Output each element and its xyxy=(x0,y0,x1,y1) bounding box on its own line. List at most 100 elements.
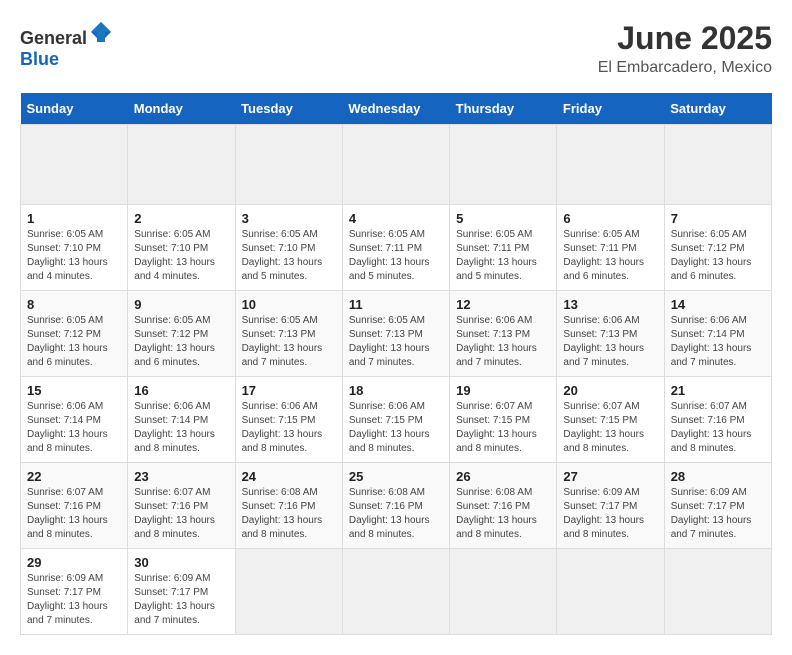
table-row: 5 Sunrise: 6:05 AMSunset: 7:11 PMDaylight… xyxy=(450,205,557,291)
calendar-week-row: 22Sunrise: 6:07 AMSunset: 7:16 PMDayligh… xyxy=(21,463,772,549)
day-number: 18 xyxy=(349,383,443,398)
day-detail: Sunrise: 6:06 AMSunset: 7:14 PMDaylight:… xyxy=(134,400,228,456)
table-row: 12 Sunrise: 6:06 AMSunset: 7:13 PMDayligh… xyxy=(450,291,557,377)
day-number: 2 xyxy=(134,211,228,226)
table-row: 9 Sunrise: 6:05 AMSunset: 7:12 PMDaylight… xyxy=(128,291,235,377)
day-number: 10 xyxy=(242,297,336,312)
table-row: 2 Sunrise: 6:05 AMSunset: 7:10 PMDaylight… xyxy=(128,205,235,291)
day-detail: Sunrise: 6:06 AMSunset: 7:13 PMDaylight:… xyxy=(563,314,657,370)
day-number: 9 xyxy=(134,297,228,312)
day-detail: Sunrise: 6:05 AMSunset: 7:10 PMDaylight:… xyxy=(134,228,228,284)
day-number: 6 xyxy=(563,211,657,226)
page-header: General Blue June 2025 El Embarcadero, M… xyxy=(20,20,772,77)
table-row: 18 Sunrise: 6:06 AMSunset: 7:15 PMDayligh… xyxy=(342,377,449,463)
col-friday: Friday xyxy=(557,93,664,125)
logo: General Blue xyxy=(20,20,113,70)
day-detail: Sunrise: 6:09 AMSunset: 7:17 PMDaylight:… xyxy=(134,572,228,628)
table-row: 30 Sunrise: 6:09 AMSunset: 7:17 PMDayligh… xyxy=(128,549,235,635)
day-detail: Sunrise: 6:05 AMSunset: 7:12 PMDaylight:… xyxy=(671,228,765,284)
day-number: 21 xyxy=(671,383,765,398)
table-row xyxy=(664,549,771,635)
calendar-header-row: Sunday Monday Tuesday Wednesday Thursday… xyxy=(21,93,772,125)
table-row: 11 Sunrise: 6:05 AMSunset: 7:13 PMDayligh… xyxy=(342,291,449,377)
calendar-subtitle: El Embarcadero, Mexico xyxy=(598,59,772,77)
logo-blue: Blue xyxy=(20,49,59,69)
calendar-title: June 2025 xyxy=(598,20,772,57)
table-row: 17Sunrise: 6:06 AMSunset: 7:15 PMDayligh… xyxy=(235,377,342,463)
day-detail: Sunrise: 6:07 AMSunset: 7:16 PMDaylight:… xyxy=(134,486,228,542)
title-section: June 2025 El Embarcadero, Mexico xyxy=(598,20,772,77)
table-row xyxy=(450,549,557,635)
day-number: 5 xyxy=(456,211,550,226)
table-row: 22Sunrise: 6:07 AMSunset: 7:16 PMDayligh… xyxy=(21,463,128,549)
day-number: 28 xyxy=(671,469,765,484)
col-wednesday: Wednesday xyxy=(342,93,449,125)
calendar-week-row: 8Sunrise: 6:05 AMSunset: 7:12 PMDaylight… xyxy=(21,291,772,377)
logo-icon xyxy=(89,20,113,44)
day-detail: Sunrise: 6:05 AMSunset: 7:13 PMDaylight:… xyxy=(349,314,443,370)
day-number: 4 xyxy=(349,211,443,226)
day-number: 24 xyxy=(242,469,336,484)
day-detail: Sunrise: 6:05 AMSunset: 7:11 PMDaylight:… xyxy=(456,228,550,284)
day-number: 16 xyxy=(134,383,228,398)
day-number: 27 xyxy=(563,469,657,484)
day-detail: Sunrise: 6:08 AMSunset: 7:16 PMDaylight:… xyxy=(349,486,443,542)
calendar-week-row: 29 Sunrise: 6:09 AMSunset: 7:17 PMDayligh… xyxy=(21,549,772,635)
col-saturday: Saturday xyxy=(664,93,771,125)
day-detail: Sunrise: 6:06 AMSunset: 7:14 PMDaylight:… xyxy=(27,400,121,456)
day-number: 25 xyxy=(349,469,443,484)
table-row: 29 Sunrise: 6:09 AMSunset: 7:17 PMDayligh… xyxy=(21,549,128,635)
table-row xyxy=(342,549,449,635)
day-number: 7 xyxy=(671,211,765,226)
day-number: 11 xyxy=(349,297,443,312)
table-row: 13 Sunrise: 6:06 AMSunset: 7:13 PMDayligh… xyxy=(557,291,664,377)
day-number: 20 xyxy=(563,383,657,398)
table-row: 21 Sunrise: 6:07 AMSunset: 7:16 PMDayligh… xyxy=(664,377,771,463)
table-row: 14 Sunrise: 6:06 AMSunset: 7:14 PMDayligh… xyxy=(664,291,771,377)
table-row: 7 Sunrise: 6:05 AMSunset: 7:12 PMDaylight… xyxy=(664,205,771,291)
day-detail: Sunrise: 6:05 AMSunset: 7:12 PMDaylight:… xyxy=(134,314,228,370)
day-detail: Sunrise: 6:07 AMSunset: 7:16 PMDaylight:… xyxy=(671,400,765,456)
day-detail: Sunrise: 6:05 AMSunset: 7:10 PMDaylight:… xyxy=(27,228,121,284)
calendar-week-row: 1 Sunrise: 6:05 AMSunset: 7:10 PMDaylight… xyxy=(21,205,772,291)
table-row xyxy=(664,125,771,205)
table-row xyxy=(450,125,557,205)
day-detail: Sunrise: 6:07 AMSunset: 7:16 PMDaylight:… xyxy=(27,486,121,542)
table-row xyxy=(557,549,664,635)
day-number: 30 xyxy=(134,555,228,570)
day-detail: Sunrise: 6:06 AMSunset: 7:15 PMDaylight:… xyxy=(349,400,443,456)
day-number: 3 xyxy=(242,211,336,226)
day-detail: Sunrise: 6:09 AMSunset: 7:17 PMDaylight:… xyxy=(563,486,657,542)
calendar-week-row xyxy=(21,125,772,205)
table-row: 10Sunrise: 6:05 AMSunset: 7:13 PMDayligh… xyxy=(235,291,342,377)
day-number: 15 xyxy=(27,383,121,398)
day-detail: Sunrise: 6:05 AMSunset: 7:11 PMDaylight:… xyxy=(349,228,443,284)
day-detail: Sunrise: 6:05 AMSunset: 7:11 PMDaylight:… xyxy=(563,228,657,284)
day-detail: Sunrise: 6:06 AMSunset: 7:13 PMDaylight:… xyxy=(456,314,550,370)
table-row: 3Sunrise: 6:05 AMSunset: 7:10 PMDaylight… xyxy=(235,205,342,291)
day-number: 13 xyxy=(563,297,657,312)
logo-general: General xyxy=(20,28,87,48)
table-row: 8Sunrise: 6:05 AMSunset: 7:12 PMDaylight… xyxy=(21,291,128,377)
day-detail: Sunrise: 6:07 AMSunset: 7:15 PMDaylight:… xyxy=(456,400,550,456)
table-row xyxy=(557,125,664,205)
day-number: 12 xyxy=(456,297,550,312)
table-row: 1 Sunrise: 6:05 AMSunset: 7:10 PMDaylight… xyxy=(21,205,128,291)
table-row: 4 Sunrise: 6:05 AMSunset: 7:11 PMDaylight… xyxy=(342,205,449,291)
day-number: 1 xyxy=(27,211,121,226)
table-row xyxy=(235,549,342,635)
day-number: 26 xyxy=(456,469,550,484)
table-row: 28 Sunrise: 6:09 AMSunset: 7:17 PMDayligh… xyxy=(664,463,771,549)
day-number: 14 xyxy=(671,297,765,312)
day-detail: Sunrise: 6:09 AMSunset: 7:17 PMDaylight:… xyxy=(671,486,765,542)
day-detail: Sunrise: 6:07 AMSunset: 7:15 PMDaylight:… xyxy=(563,400,657,456)
table-row xyxy=(128,125,235,205)
day-number: 17 xyxy=(242,383,336,398)
day-detail: Sunrise: 6:05 AMSunset: 7:12 PMDaylight:… xyxy=(27,314,121,370)
day-detail: Sunrise: 6:09 AMSunset: 7:17 PMDaylight:… xyxy=(27,572,121,628)
col-thursday: Thursday xyxy=(450,93,557,125)
table-row: 20 Sunrise: 6:07 AMSunset: 7:15 PMDayligh… xyxy=(557,377,664,463)
table-row xyxy=(21,125,128,205)
day-number: 29 xyxy=(27,555,121,570)
day-detail: Sunrise: 6:06 AMSunset: 7:14 PMDaylight:… xyxy=(671,314,765,370)
